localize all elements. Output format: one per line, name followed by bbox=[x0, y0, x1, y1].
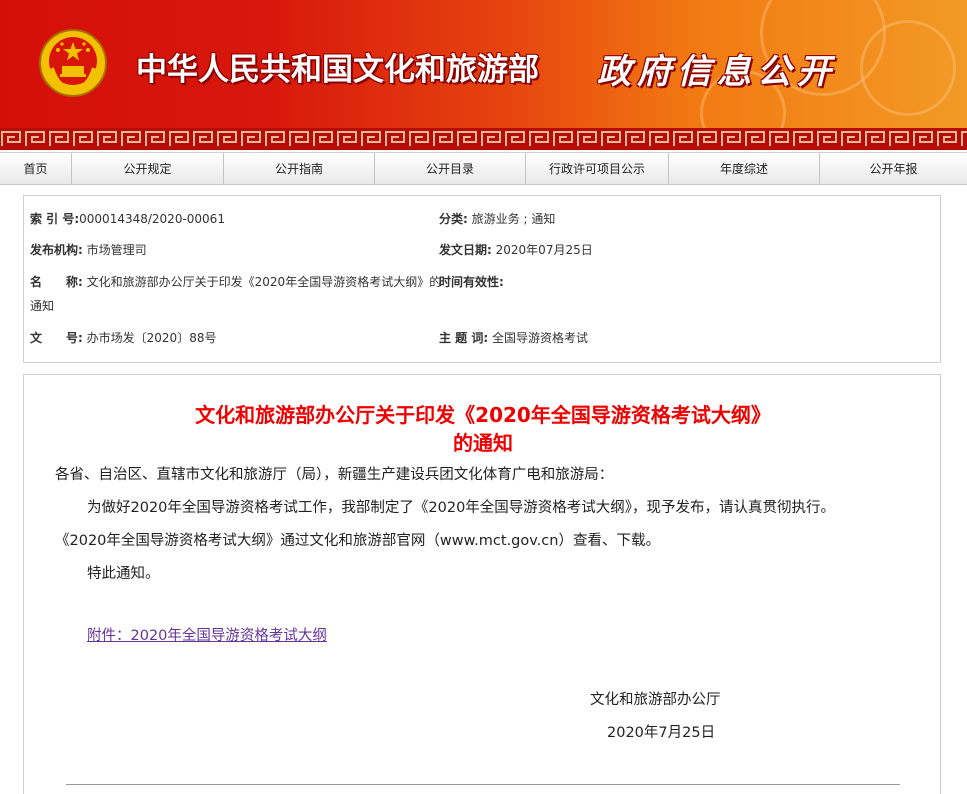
meta-category-label: 分类: bbox=[439, 212, 468, 226]
meta-issuer-value: 市场管理司 bbox=[86, 243, 147, 257]
meta-issuer: 发布机构: 市场管理司 bbox=[30, 239, 147, 261]
nav-disclosure-catalog[interactable]: 公开目录 bbox=[375, 153, 526, 184]
nav-permit-items[interactable]: 行政许可项目公示 bbox=[526, 153, 669, 184]
meta-name-label-1: 名 bbox=[30, 275, 43, 289]
meta-name-cont: 通知 bbox=[30, 295, 54, 317]
meta-category: 分类: 旅游业务 ; 通知 bbox=[439, 208, 555, 230]
meta-category-value: 旅游业务 ; 通知 bbox=[471, 212, 556, 226]
meta-date-label: 发文日期: bbox=[439, 243, 492, 257]
meta-name-label-2: 称: bbox=[66, 275, 83, 289]
decor-border-strip bbox=[0, 128, 967, 150]
meta-index-value: 000014348/2020-00061 bbox=[79, 212, 225, 226]
nav-annual-summary[interactable]: 年度综述 bbox=[669, 153, 820, 184]
closing-text: 特此通知。 bbox=[87, 566, 160, 582]
header-banner: 中华人民共和国文化和旅游部 政府信息公开 bbox=[0, 0, 967, 128]
meta-validity-label: 时间有效性: bbox=[439, 275, 504, 289]
nav-disclosure-rules[interactable]: 公开规定 bbox=[72, 153, 224, 184]
meta-index: 索 引 号:000014348/2020-00061 bbox=[30, 208, 225, 230]
section-title: 政府信息公开 bbox=[597, 52, 837, 92]
meta-issuer-label: 发布机构: bbox=[30, 243, 83, 257]
meta-topic-label: 主 题 词: bbox=[439, 331, 489, 345]
meta-topic-value: 全国导游资格考试 bbox=[491, 331, 588, 345]
meta-name-value-1: 文化和旅游部办公厅关于印发《2020年全国导游资格考试大纲》的 bbox=[86, 275, 442, 289]
meta-index-label: 索 引 号: bbox=[30, 212, 80, 226]
meta-topic: 主 题 词: 全国导游资格考试 bbox=[439, 327, 588, 349]
meta-doc-label-2: 号: bbox=[66, 331, 83, 345]
national-emblem-icon bbox=[39, 29, 107, 97]
nav-home[interactable]: 首页 bbox=[0, 153, 72, 184]
signature: 文化和旅游部办公厅 bbox=[590, 692, 721, 708]
article-title-line1: 文化和旅游部办公厅关于印发《2020年全国导游资格考试大纲》 bbox=[195, 403, 771, 427]
meta-date: 发文日期: 2020年07月25日 bbox=[439, 239, 593, 261]
article-title-line2: 的通知 bbox=[453, 431, 513, 455]
meta-doc-label-1: 文 bbox=[30, 331, 43, 345]
meta-date-value: 2020年07月25日 bbox=[495, 243, 593, 257]
addressee: 各省、自治区、直辖市文化和旅游厅（局），新疆生产建设兵团文化体育广电和旅游局： bbox=[55, 467, 614, 483]
article-panel: 文化和旅游部办公厅关于印发《2020年全国导游资格考试大纲》 的通知 各省、自治… bbox=[23, 374, 941, 794]
meta-name-value-2: 通知 bbox=[30, 299, 55, 313]
decor-swirl bbox=[860, 20, 956, 116]
meta-doc-value: 办市场发〔2020〕88号 bbox=[86, 331, 217, 345]
document-meta-panel: 索 引 号:000014348/2020-00061 分类: 旅游业务 ; 通知… bbox=[23, 195, 941, 363]
main-nav: 首页 公开规定 公开指南 公开目录 行政许可项目公示 年度综述 公开年报 bbox=[0, 152, 967, 185]
body-paragraph-2: 《2020年全国导游资格考试大纲》通过文化和旅游部官网（www.mct.gov.… bbox=[55, 533, 660, 549]
meta-name: 名 称: 文化和旅游部办公厅关于印发《2020年全国导游资格考试大纲》的 bbox=[30, 271, 441, 293]
divider bbox=[66, 784, 900, 785]
meta-validity: 时间有效性: bbox=[439, 271, 504, 293]
sign-date: 2020年7月25日 bbox=[607, 725, 716, 741]
attachment-row: 附件：2020年全国导游资格考试大纲 bbox=[87, 624, 327, 645]
nav-annual-report[interactable]: 公开年报 bbox=[820, 153, 967, 184]
meta-doc-number: 文 号: 办市场发〔2020〕88号 bbox=[30, 327, 216, 349]
nav-disclosure-guide[interactable]: 公开指南 bbox=[224, 153, 375, 184]
ministry-name: 中华人民共和国文化和旅游部 bbox=[136, 52, 539, 88]
attachment-link[interactable]: 附件：2020年全国导游资格考试大纲 bbox=[87, 628, 327, 644]
body-paragraph-1: 为做好2020年全国导游资格考试工作，我部制定了《2020年全国导游资格考试大纲… bbox=[87, 500, 836, 516]
